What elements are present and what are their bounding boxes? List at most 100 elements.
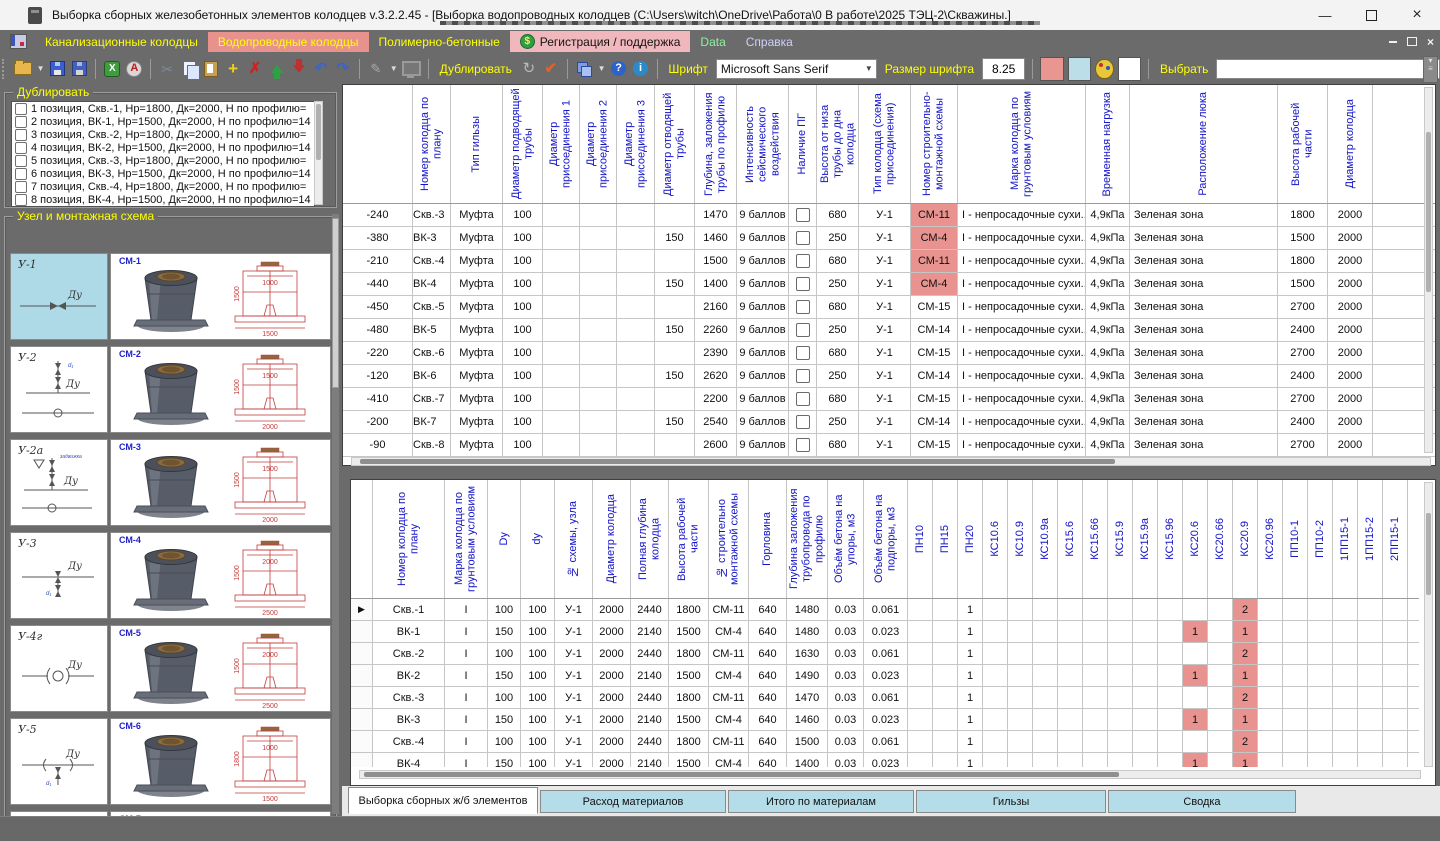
cell[interactable] bbox=[1183, 731, 1208, 752]
cell[interactable]: Зеленая зона bbox=[1130, 365, 1278, 387]
bottom-table-row[interactable]: ВК-2I150100У-1200021401500СМ-464014900.0… bbox=[351, 665, 1419, 687]
cell[interactable]: 680 bbox=[817, 204, 859, 226]
cell[interactable] bbox=[789, 342, 817, 364]
cell[interactable] bbox=[1258, 753, 1283, 767]
font-combobox[interactable]: Microsoft Sans Serif ▼ bbox=[716, 59, 877, 79]
cell[interactable] bbox=[655, 388, 695, 410]
cell[interactable]: 2200 bbox=[695, 388, 737, 410]
cell[interactable]: 2000 bbox=[593, 599, 631, 620]
cell[interactable]: 100 bbox=[503, 319, 543, 341]
cell[interactable]: Зеленая зона bbox=[1130, 411, 1278, 433]
cell[interactable] bbox=[983, 709, 1008, 730]
cell[interactable]: I - непросадочные сухи... bbox=[958, 411, 1086, 433]
cell[interactable]: СМ-4 bbox=[709, 709, 749, 730]
node-thumb-У-2[interactable]: У-2Дуd₁ bbox=[10, 346, 108, 433]
cell[interactable] bbox=[617, 204, 655, 226]
cell[interactable]: 1490 bbox=[787, 665, 828, 686]
top-table-row[interactable]: -380ВК-3Муфта10015014609 баллов250У-1СМ-… bbox=[343, 227, 1435, 250]
cell[interactable]: 640 bbox=[749, 643, 787, 664]
cell[interactable] bbox=[1058, 621, 1083, 642]
cell[interactable] bbox=[1308, 599, 1333, 620]
cell[interactable]: 100 bbox=[503, 296, 543, 318]
cell[interactable]: 150 bbox=[488, 753, 521, 767]
cell[interactable] bbox=[983, 687, 1008, 708]
cell[interactable]: Зеленая зона bbox=[1130, 296, 1278, 318]
cell[interactable]: 1 bbox=[1233, 665, 1258, 686]
cell[interactable]: 640 bbox=[749, 621, 787, 642]
toolbar-grip[interactable] bbox=[2, 59, 8, 79]
cell[interactable]: Муфта bbox=[451, 365, 503, 387]
cell[interactable] bbox=[1058, 599, 1083, 620]
node-thumb-У-3[interactable]: У-3Дуd₁ bbox=[10, 532, 108, 619]
top-col-header[interactable]: Наличие ПГ bbox=[789, 85, 817, 203]
cell[interactable] bbox=[1208, 621, 1233, 642]
cell[interactable]: ВК-5 bbox=[413, 319, 451, 341]
checkbox[interactable] bbox=[15, 103, 27, 115]
cell[interactable]: У-1 bbox=[555, 621, 593, 642]
cell[interactable] bbox=[617, 388, 655, 410]
cell[interactable]: 2000 bbox=[1328, 365, 1373, 387]
cell[interactable] bbox=[1008, 599, 1033, 620]
cell[interactable] bbox=[1008, 643, 1033, 664]
cell[interactable]: 9 баллов bbox=[737, 227, 789, 249]
row-selector[interactable] bbox=[351, 621, 373, 642]
cell[interactable]: 9 баллов bbox=[737, 250, 789, 272]
mdi-minimize-icon[interactable] bbox=[1389, 41, 1397, 43]
top-table-row[interactable]: -210Скв.-4Муфта10015009 баллов680У-1СМ-1… bbox=[343, 250, 1435, 273]
cell[interactable]: 0.03 bbox=[828, 643, 864, 664]
cell[interactable] bbox=[933, 643, 958, 664]
cell[interactable]: 9 баллов bbox=[737, 434, 789, 456]
current-row-arrow-icon[interactable]: ▶ bbox=[351, 599, 373, 620]
cell[interactable]: ВК-6 bbox=[413, 365, 451, 387]
cell[interactable] bbox=[1133, 599, 1158, 620]
cell[interactable] bbox=[1333, 621, 1358, 642]
cell[interactable] bbox=[1308, 621, 1333, 642]
cell[interactable]: 4,9кПа bbox=[1086, 204, 1130, 226]
tab-5[interactable]: Сводка bbox=[1108, 790, 1296, 813]
cell[interactable] bbox=[617, 434, 655, 456]
cell[interactable]: 2 bbox=[1233, 643, 1258, 664]
cell[interactable] bbox=[617, 342, 655, 364]
cell[interactable]: У-1 bbox=[859, 204, 911, 226]
menu-item-4[interactable]: $Регистрация / поддержка bbox=[510, 31, 691, 52]
bottom-table-row[interactable]: Скв.-2I100100У-1200024401800СМ-116401630… bbox=[351, 643, 1419, 665]
cell[interactable] bbox=[908, 643, 933, 664]
cell[interactable]: Скв.-4 bbox=[373, 731, 445, 752]
cell[interactable] bbox=[543, 388, 580, 410]
row-selector[interactable] bbox=[351, 731, 373, 752]
cell[interactable] bbox=[1158, 621, 1183, 642]
cell[interactable]: 2440 bbox=[631, 687, 669, 708]
save-button[interactable] bbox=[49, 59, 67, 79]
cell[interactable]: 4,9кПа bbox=[1086, 434, 1130, 456]
bottom-table-hscrollbar[interactable] bbox=[359, 770, 1421, 779]
cell[interactable]: У-1 bbox=[555, 599, 593, 620]
cell[interactable]: 2000 bbox=[1328, 319, 1373, 341]
duplicate-list-item[interactable]: 3 позиция, Скв.-2, Нр=1800, Дк=2000, Н п… bbox=[12, 128, 314, 141]
cell[interactable]: 2000 bbox=[1328, 250, 1373, 272]
cell[interactable] bbox=[1283, 753, 1308, 767]
cell[interactable]: 1500 bbox=[669, 621, 709, 642]
duplicate-list-item[interactable]: 5 позиция, Скв.-3, Нр=1800, Дк=2000, Н п… bbox=[12, 154, 314, 167]
cell[interactable] bbox=[1108, 599, 1133, 620]
cell[interactable]: Муфта bbox=[451, 342, 503, 364]
cell[interactable] bbox=[655, 342, 695, 364]
bottom-col-header[interactable]: Dy bbox=[488, 480, 521, 598]
cell[interactable] bbox=[543, 296, 580, 318]
cell[interactable]: СМ-11 bbox=[709, 687, 749, 708]
cell[interactable] bbox=[580, 250, 617, 272]
cell[interactable] bbox=[1358, 665, 1383, 686]
cell[interactable]: 0.023 bbox=[864, 621, 908, 642]
bottom-col-header[interactable]: КС10.9 bbox=[1008, 480, 1033, 598]
cell[interactable] bbox=[1358, 687, 1383, 708]
top-table-row[interactable]: -200ВК-7Муфта10015025409 баллов250У-1СМ-… bbox=[343, 411, 1435, 434]
select-label[interactable]: Выбрать bbox=[1156, 62, 1212, 76]
cell[interactable]: 2000 bbox=[593, 643, 631, 664]
top-col-header[interactable]: Высота от низа трубы до дна колодца bbox=[817, 85, 859, 203]
cell[interactable] bbox=[1258, 709, 1283, 730]
cell[interactable]: 1500 bbox=[669, 753, 709, 767]
cell[interactable]: 1 bbox=[958, 599, 983, 620]
cell[interactable]: -120 bbox=[343, 365, 413, 387]
cell[interactable]: 250 bbox=[817, 411, 859, 433]
cell[interactable] bbox=[933, 621, 958, 642]
cell[interactable] bbox=[983, 753, 1008, 767]
